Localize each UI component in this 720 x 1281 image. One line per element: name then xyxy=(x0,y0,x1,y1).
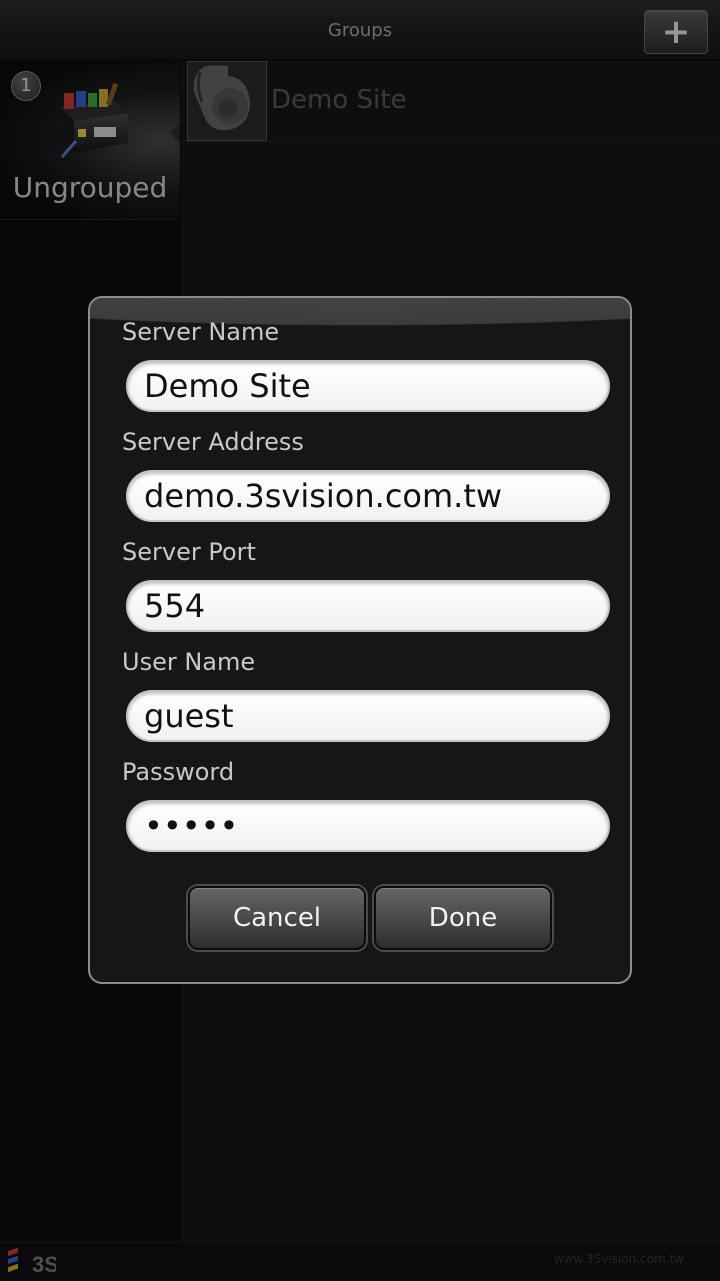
password-input[interactable] xyxy=(126,800,610,852)
user-name-input[interactable] xyxy=(126,690,610,742)
server-address-label: Server Address xyxy=(122,428,304,456)
server-edit-dialog: Server Name Server Address Server Port U… xyxy=(88,296,632,984)
cancel-button[interactable]: Cancel xyxy=(188,886,366,950)
server-name-input[interactable] xyxy=(126,360,610,412)
done-button[interactable]: Done xyxy=(374,886,552,950)
server-port-input[interactable] xyxy=(126,580,610,632)
server-address-input[interactable] xyxy=(126,470,610,522)
server-name-label: Server Name xyxy=(122,318,280,346)
server-port-label: Server Port xyxy=(122,538,256,566)
password-label: Password xyxy=(122,758,235,786)
user-name-label: User Name xyxy=(122,648,256,676)
